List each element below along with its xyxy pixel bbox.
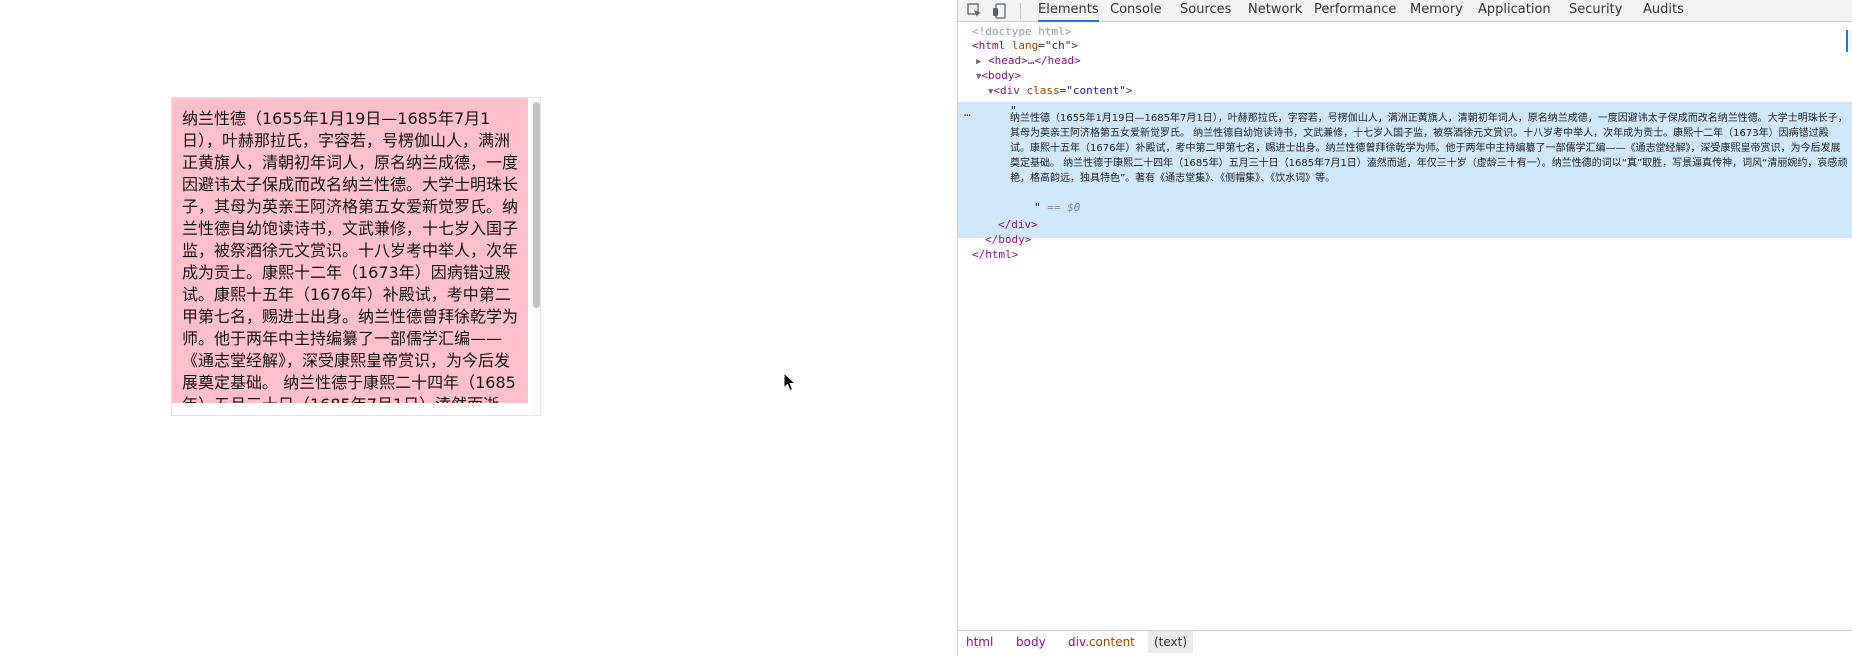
device-toolbar-icon[interactable]: [991, 2, 1009, 20]
expand-triangle-icon[interactable]: ▶: [976, 57, 981, 67]
content-div: 纳兰性德（1655年1月19日—1685年7月1日），叶赫那拉氏，字容若，号楞伽…: [172, 98, 528, 403]
dom-doctype[interactable]: <!doctype html>: [972, 24, 1071, 39]
tab-elements[interactable]: Elements: [1038, 0, 1099, 22]
breadcrumb-html[interactable]: html: [966, 631, 993, 653]
dom-html-close[interactable]: </html>: [972, 247, 1018, 262]
div-attr-value: "content": [1066, 84, 1126, 97]
text-node-close-quote: " == $0: [1034, 201, 1081, 214]
html-tag-name: html: [978, 39, 1006, 52]
div-tag-name: div: [1000, 84, 1020, 97]
tab-performance[interactable]: Performance: [1314, 0, 1396, 22]
head-tag-text: <head>…</head>: [988, 54, 1081, 67]
tab-console[interactable]: Console: [1110, 0, 1162, 22]
devtools-panel: Elements Console Sources Network Perform…: [957, 0, 1852, 656]
dom-body-close[interactable]: </body>: [985, 232, 1031, 247]
devtools-toolbar: Elements Console Sources Network Perform…: [958, 0, 1852, 22]
content-text: 纳兰性德（1655年1月19日—1685年7月1日），叶赫那拉氏，字容若，号楞伽…: [182, 109, 519, 403]
breadcrumb-text-node[interactable]: (text): [1148, 631, 1194, 653]
tab-audits[interactable]: Audits: [1643, 0, 1684, 22]
mouse-cursor-icon: [783, 372, 797, 392]
div-attr-name: class: [1026, 84, 1060, 97]
dom-html-open[interactable]: <html lang="ch">: [972, 38, 1078, 53]
dom-div-close[interactable]: </div>: [998, 217, 1038, 232]
scrollbar-thumb[interactable]: [533, 102, 540, 308]
tab-security[interactable]: Security: [1569, 0, 1622, 22]
inspect-element-icon[interactable]: [966, 2, 984, 20]
content-scroll-container[interactable]: 纳兰性德（1655年1月19日—1685年7月1日），叶赫那拉氏，字容若，号楞伽…: [171, 97, 541, 416]
styles-pane-edge[interactable]: [1846, 30, 1852, 52]
tab-memory[interactable]: Memory: [1410, 0, 1463, 22]
dom-text-node[interactable]: 纳兰性德（1655年1月19日—1685年7月1日），叶赫那拉氏，字容若，号楞伽…: [986, 111, 1848, 186]
breadcrumb-body[interactable]: body: [1016, 631, 1046, 653]
breadcrumb-div-class: .content: [1085, 635, 1135, 649]
tab-network[interactable]: Network: [1248, 0, 1302, 22]
breadcrumb-div-content[interactable]: div.content: [1068, 631, 1135, 653]
elements-dom-tree: <!doctype html> <html lang="ch"> ▶ <head…: [958, 23, 1852, 629]
tab-sources[interactable]: Sources: [1180, 0, 1231, 22]
node-actions-ellipsis-icon[interactable]: …: [964, 105, 971, 120]
body-tag-name: body: [988, 69, 1015, 82]
html-attr-name: lang: [1011, 39, 1039, 52]
dom-breadcrumb: html body div.content (text): [958, 630, 1852, 653]
breadcrumb-div-tag: div: [1068, 635, 1086, 649]
tab-application[interactable]: Application: [1478, 0, 1551, 22]
html-attr-value: "ch": [1044, 39, 1072, 52]
dom-div-open[interactable]: ▼<div class="content">: [988, 83, 1133, 100]
page-viewport: 纳兰性德（1655年1月19日—1685年7月1日），叶赫那拉氏，字容若，号楞伽…: [0, 0, 957, 656]
selected-node-marker: == $0: [1047, 201, 1081, 214]
toolbar-separator: [1020, 3, 1021, 19]
